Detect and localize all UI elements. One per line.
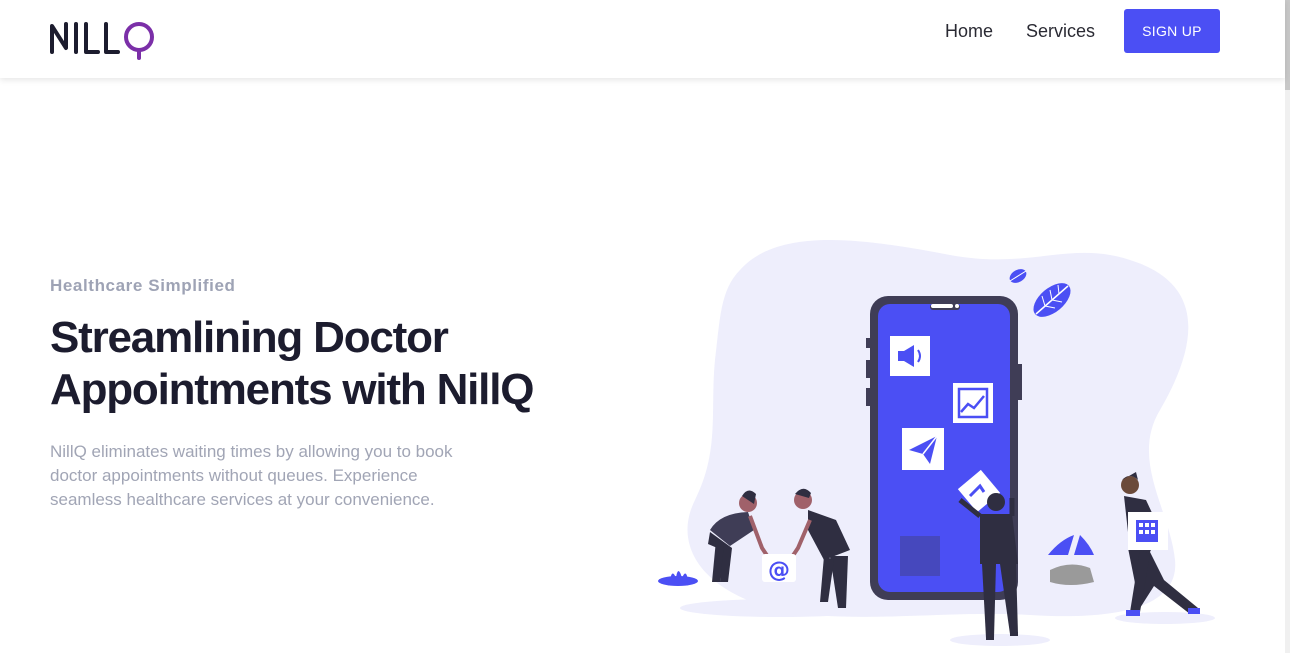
sign-up-button[interactable]: SIGN UP [1124,9,1220,53]
hero-eyebrow: Healthcare Simplified [50,276,236,295]
chart-icon [953,383,993,423]
ground-shadow-center [950,634,1050,646]
app-tile-placeholder [900,536,940,576]
at-sign-text: @ [768,558,790,583]
ground-shadow-left [680,599,880,617]
page-scrollbar[interactable] [1285,0,1290,653]
logo-mark [50,22,154,60]
headline-line-2: Appointments with NillQ [50,365,534,414]
building-icon [1128,512,1168,550]
nav-home-link[interactable]: Home [945,20,993,42]
hero-description: NillQ eliminates waiting times by allowi… [50,442,453,509]
hero-illustration: @ [650,230,1230,653]
plant-left-icon [658,571,698,586]
site-header: Home Services SIGN UP [0,0,1285,78]
megaphone-icon [890,336,930,376]
hero-headline: Streamlining Doctor Appointments with Ni… [50,312,610,416]
scrollbar-thumb[interactable] [1285,0,1290,90]
phone-team-illustration: @ [658,240,1215,646]
at-sign-icon: @ [762,554,796,583]
paper-plane-icon [902,428,944,470]
nav-services-link[interactable]: Services [1026,20,1095,42]
headline-line-1: Streamlining Doctor [50,313,449,362]
nillq-logo[interactable] [50,16,164,60]
